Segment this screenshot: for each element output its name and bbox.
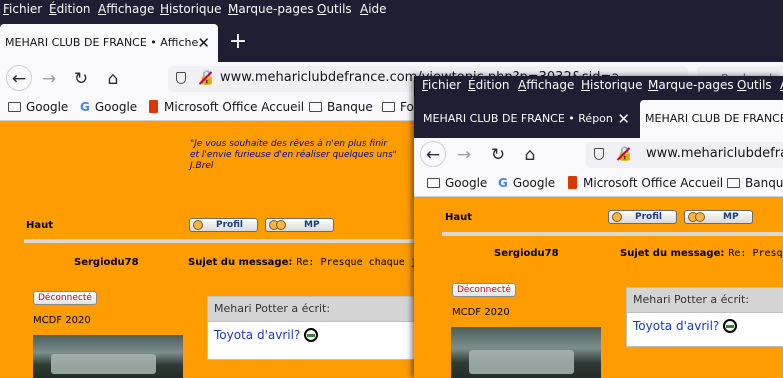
quote-header: Mehari Potter a écrit: (627, 288, 783, 313)
profil-button[interactable]: Profil (189, 218, 258, 232)
shield-icon[interactable] (176, 72, 186, 84)
tab-title: MEHARI CLUB DE FRANCE • Affiche (5, 36, 199, 49)
bookmarks-bar: Google G Google Microsoft Office Accueil … (414, 172, 783, 197)
menu-historique[interactable]: Historique (581, 78, 643, 92)
divider (442, 232, 783, 236)
insecure-lock-icon[interactable]: 🔒 (198, 71, 215, 85)
user-icon (193, 220, 203, 230)
close-tab-icon[interactable]: ✕ (197, 24, 210, 62)
bookmark-banque[interactable]: Banque (309, 100, 373, 114)
menu-fichier[interactable]: Fichier (3, 2, 42, 16)
mp-button[interactable]: MP (265, 218, 334, 232)
post-subject: Sujet du message:Re: Presque chaque jour (188, 257, 435, 268)
smiley-icon (304, 328, 319, 342)
post-author: Sergiodu78 (74, 257, 139, 268)
back-button[interactable]: ← (420, 141, 446, 167)
forward-button[interactable]: → (452, 143, 476, 167)
menu-bar: Fichier Édition Affichage Historique Mar… (0, 0, 783, 20)
tab-active[interactable]: MEHARI CLUB DE FRANCE • Affiche ✕ (0, 24, 218, 62)
forward-button[interactable]: → (37, 67, 61, 91)
reload-button[interactable]: ↻ (69, 67, 93, 91)
post-subject: Sujet du message:Re: Presque chaque jour (620, 248, 783, 259)
bookmark-google[interactable]: G Google (80, 100, 137, 114)
browser-window-front: Fichier Édition Affichage Historique Mar… (414, 76, 783, 378)
folder-icon (8, 102, 21, 112)
folder-icon (309, 102, 322, 112)
avatar (33, 335, 183, 378)
quote-box: Mehari Potter a écrit: Toyota d'avril? (626, 287, 783, 347)
menu-bar: Fichier Édition Affichage Historique Mar… (414, 76, 783, 96)
close-tab-icon[interactable]: ✕ (617, 100, 630, 138)
menu-historique[interactable]: Historique (160, 2, 222, 16)
shield-icon[interactable] (594, 148, 604, 160)
home-button[interactable]: ⌂ (101, 67, 125, 91)
insecure-lock-icon[interactable]: 🔒 (616, 147, 633, 161)
tab-bar: MEHARI CLUB DE FRANCE • Répon ✕ MEHARI C… (414, 96, 783, 138)
bookmark-microsoft-office[interactable]: Microsoft Office Accueil (149, 100, 304, 114)
home-button[interactable]: ⌂ (518, 143, 542, 167)
menu-marque-pages[interactable]: Marque-pages (648, 78, 734, 92)
user-rank: MCDF 2020 (452, 307, 510, 318)
status-badge: Déconnecté (452, 283, 516, 297)
tab-title: MEHARI CLUB DE FRANCE • Affiche (645, 112, 783, 125)
status-badge: Déconnecté (33, 291, 97, 305)
back-button[interactable]: ← (6, 65, 32, 91)
menu-edition[interactable]: Édition (49, 2, 91, 16)
office-icon (568, 176, 577, 189)
user-icon (695, 212, 705, 222)
smiley-icon (723, 319, 738, 333)
bookmark-banque[interactable]: Banque (727, 176, 783, 190)
profil-button[interactable]: Profil (608, 210, 677, 224)
tab-title: MEHARI CLUB DE FRANCE • Répon (423, 112, 613, 125)
page-content: Haut Profil MP Sergiodu78 Sujet du messa… (414, 197, 783, 378)
menu-fichier[interactable]: Fichier (422, 78, 461, 92)
reload-button[interactable]: ↻ (486, 143, 510, 167)
google-icon: G (80, 100, 90, 114)
user-icon (276, 220, 286, 230)
tab-reponse[interactable]: MEHARI CLUB DE FRANCE • Répon ✕ (418, 100, 638, 138)
menu-marque-pages[interactable]: Marque-pages (228, 2, 314, 16)
menu-edition[interactable]: Édition (468, 78, 510, 92)
user-rank: MCDF 2020 (33, 315, 91, 326)
mp-button[interactable]: MP (684, 210, 753, 224)
signature-quote: "Je vous souhaite des rêves à n'en plus … (190, 139, 397, 171)
quote-header: Mehari Potter a écrit: (208, 297, 438, 322)
quote-body: Toyota d'avril? (208, 322, 438, 348)
new-tab-button[interactable]: + (224, 24, 252, 62)
menu-affichage[interactable]: Affichage (98, 2, 154, 16)
nav-bar: ← → ↻ ⌂ 🔒 www.mehariclubdefrance (414, 138, 783, 172)
bookmark-fo[interactable]: Fo (382, 100, 414, 114)
menu-affichage[interactable]: Affichage (518, 78, 574, 92)
url-text: www.mehariclubdefrance (646, 146, 783, 161)
menu-outils[interactable]: Outils (317, 2, 352, 16)
quote-body: Toyota d'avril? (627, 313, 783, 339)
haut-link[interactable]: Haut (445, 212, 472, 223)
menu-outils[interactable]: Outils (737, 78, 772, 92)
bookmark-microsoft-office[interactable]: Microsoft Office Accueil (568, 176, 723, 190)
divider (24, 239, 424, 243)
tab-active[interactable]: MEHARI CLUB DE FRANCE • Affiche (640, 100, 783, 138)
haut-link[interactable]: Haut (26, 220, 53, 231)
quote-box: Mehari Potter a écrit: Toyota d'avril? (207, 296, 439, 360)
bookmark-google[interactable]: G Google (498, 176, 555, 190)
url-bar[interactable]: 🔒 www.mehariclubdefrance (586, 142, 783, 168)
folder-icon (727, 178, 740, 188)
bookmark-google-folder[interactable]: Google (8, 100, 68, 114)
google-icon: G (498, 176, 508, 190)
post-author: Sergiodu78 (494, 248, 559, 259)
user-icon (612, 212, 622, 222)
bookmark-google-folder[interactable]: Google (427, 176, 487, 190)
office-icon (149, 100, 158, 113)
folder-icon (382, 102, 395, 112)
avatar (451, 327, 601, 378)
tab-bar: MEHARI CLUB DE FRANCE • Affiche ✕ + (0, 20, 783, 62)
folder-icon (427, 178, 440, 188)
menu-aide[interactable]: Aide (360, 2, 387, 16)
